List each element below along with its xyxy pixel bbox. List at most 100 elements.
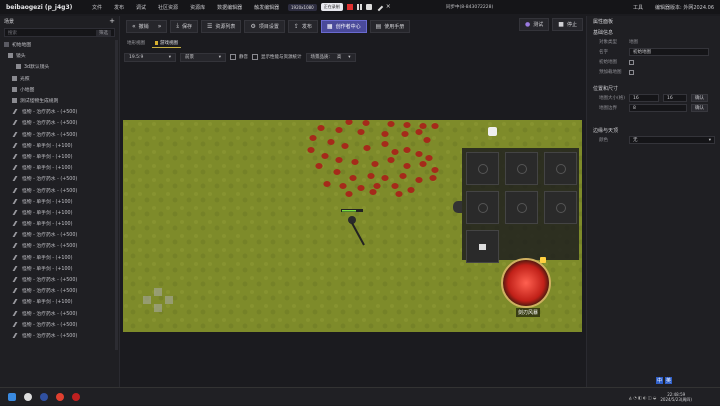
tree-item[interactable]: 怪物 - 治疗药水 - (+500) — [0, 129, 119, 140]
inventory-slot[interactable] — [544, 152, 577, 185]
ime-mode[interactable]: 中 — [656, 377, 664, 384]
project-settings-button[interactable]: ⚙ 项目设置 — [244, 19, 285, 33]
tree-item[interactable]: 怪物 - 单手剑 - (+100) — [0, 252, 119, 263]
tree-item[interactable]: 怪物 - 治疗药水 - (+500) — [0, 240, 119, 251]
tree-item[interactable]: 怪物 - 治疗药水 - (+500) — [0, 274, 119, 285]
tree-item[interactable]: 怪物 - 单手剑 - (+100) — [0, 151, 119, 162]
tree-item[interactable]: 光照 — [0, 73, 119, 84]
position-size-section[interactable]: 位置和尺寸 — [587, 83, 720, 93]
pen-icon[interactable] — [374, 2, 383, 12]
tree-item[interactable]: 怪物 - 单手剑 - (+100) — [0, 207, 119, 218]
inventory-slot[interactable] — [466, 191, 499, 224]
inventory-slot[interactable] — [544, 191, 577, 224]
view-select[interactable]: 前景 ▾ — [180, 52, 226, 62]
search-input[interactable]: 搜索 — [8, 30, 17, 36]
tree-item[interactable]: 怪物 - 治疗药水 - (+500) — [0, 319, 119, 330]
initial-map-checkbox[interactable] — [629, 59, 634, 65]
add-icon[interactable]: + — [109, 17, 115, 25]
tree-item[interactable]: 镜头 — [0, 50, 119, 61]
clock[interactable]: 22:48:59 2024/5/23(周四) — [660, 392, 692, 402]
tree-item[interactable]: 怪物 - 治疗药水 - (+500) — [0, 229, 119, 240]
color-select[interactable]: 无 ▾ — [629, 136, 715, 144]
tree-item[interactable]: 怪物 - 治疗药水 - (+500) — [0, 117, 119, 128]
skill-button[interactable] — [501, 258, 551, 308]
ime-indicator[interactable]: 中 英 — [656, 377, 673, 384]
stop-icon[interactable] — [346, 4, 353, 10]
publish-button[interactable]: ⇪ 发布 — [287, 19, 318, 33]
tab-terrain-view[interactable]: 地形视图 — [124, 38, 148, 48]
tray-icons[interactable]: ◭ ◔ ◧ ◐ ◫ ◒ — [629, 395, 656, 400]
dpad-icon[interactable] — [143, 288, 173, 312]
tree-item[interactable]: 怪物 - 单手剑 - (+100) — [0, 263, 119, 274]
map-height-field[interactable]: 16 — [663, 94, 687, 102]
tree-item[interactable]: 测试怪物生成规则 — [0, 95, 119, 106]
menu-community[interactable]: 社区资源 — [152, 4, 184, 11]
inventory-slot[interactable] — [466, 152, 499, 185]
test-button[interactable]: ● 测试 — [519, 18, 550, 31]
tree-item[interactable]: 怪物 - 治疗药水 - (+500) — [0, 184, 119, 195]
scene-search[interactable]: 搜索 筛选 — [4, 28, 115, 37]
tree-item[interactable]: 初始地图 — [0, 39, 119, 50]
menu-tools[interactable]: 工具 — [633, 4, 643, 11]
pause-icon[interactable] — [356, 4, 362, 10]
backpack-icon[interactable] — [488, 127, 497, 136]
filter-button[interactable]: 筛选 — [96, 29, 111, 36]
tree-item[interactable]: 怪物 - 治疗药水 - (+500) — [0, 106, 119, 117]
object-type-row: 对象类型 地图 — [599, 40, 638, 45]
basic-info-section[interactable]: 基础信息 — [587, 27, 720, 37]
edge-section[interactable]: 边缘与天顶 — [587, 125, 720, 135]
camera-icon[interactable] — [365, 4, 372, 10]
stop-button[interactable]: ■ 停止 — [552, 18, 583, 31]
menu-data-editor[interactable]: 数据编辑器 — [211, 4, 248, 11]
confirm-region-button[interactable]: 确认 — [691, 104, 708, 112]
tree-item[interactable]: 怪物 - 单手剑 - (+100) — [0, 162, 119, 173]
creator-center-button[interactable]: ▦ 创作者中心 — [320, 19, 367, 33]
menu-debug[interactable]: 调试 — [130, 4, 152, 11]
tree-item[interactable]: 怪物 - 治疗药水 - (+500) — [0, 285, 119, 296]
stats-checkbox[interactable] — [252, 54, 258, 60]
menu-file[interactable]: 文件 — [86, 4, 108, 11]
tree-item[interactable]: 怪物 - 单手剑 - (+100) — [0, 140, 119, 151]
tree-item[interactable]: 怪物 - 治疗药水 - (+500) — [0, 330, 119, 341]
app-icon-record[interactable] — [72, 392, 80, 401]
menu-library[interactable]: 资源库 — [184, 4, 211, 11]
save-button[interactable]: ⤓ 保存 — [170, 19, 199, 33]
ime-lang[interactable]: 英 — [665, 377, 673, 384]
tab-game-view[interactable]: 游戏视图 — [152, 38, 181, 48]
tree-item[interactable]: 怪物 - 单手剑 - (+100) — [0, 296, 119, 307]
undo-button[interactable]: «撤销» — [126, 19, 168, 33]
redo-icon[interactable]: » — [158, 23, 162, 30]
map-width-field[interactable]: 16 — [629, 94, 659, 102]
aspect-select[interactable]: 19.5:9 ▾ — [124, 52, 176, 62]
tree-item[interactable]: 小地图 — [0, 84, 119, 95]
app-icon-editor[interactable] — [40, 392, 48, 401]
preload-checkbox[interactable] — [629, 69, 634, 75]
tree-item[interactable]: 3d默认镜头 — [0, 61, 119, 72]
inventory-slot[interactable] — [505, 191, 538, 224]
manual-button[interactable]: ▤ 使用手册 — [369, 19, 411, 33]
tree-item[interactable]: 怪物 - 治疗药水 - (+500) — [0, 308, 119, 319]
collapse-handle[interactable] — [453, 201, 462, 213]
mute-toggle[interactable]: 静音 — [230, 54, 248, 60]
tree-item[interactable]: 怪物 - 治疗药水 - (+500) — [0, 173, 119, 184]
tree-item[interactable]: 怪物 - 单手剑 - (+100) — [0, 196, 119, 207]
scrollbar[interactable] — [115, 40, 118, 350]
menu-publish[interactable]: 发布 — [108, 4, 130, 11]
app-icon-mic[interactable] — [56, 392, 64, 401]
menu-trigger-editor[interactable]: 触发编辑器 — [248, 4, 285, 11]
windows-start-icon[interactable] — [8, 392, 16, 401]
stats-toggle[interactable]: 显示性能与资源统计 — [252, 54, 302, 60]
map-region-field[interactable]: 8 — [629, 104, 687, 112]
inventory-slot-locked[interactable] — [466, 230, 499, 263]
quality-select[interactable]: 场景品质: 高 ▾ — [305, 52, 356, 62]
inventory-slot[interactable] — [505, 152, 538, 185]
name-field[interactable]: 初始地图 — [629, 48, 709, 56]
resource-list-button[interactable]: ☰ 资源列表 — [201, 19, 242, 33]
tree-item-label: 怪物 - 治疗药水 - (+500) — [22, 132, 78, 138]
mute-checkbox[interactable] — [230, 54, 236, 60]
tree-item[interactable]: 怪物 - 单手剑 - (+100) — [0, 218, 119, 229]
confirm-size-button[interactable]: 确认 — [691, 94, 708, 102]
recording-resolution[interactable]: 1920x1080 — [288, 3, 317, 11]
search-icon[interactable] — [24, 392, 32, 401]
close-icon[interactable]: × — [386, 4, 392, 10]
